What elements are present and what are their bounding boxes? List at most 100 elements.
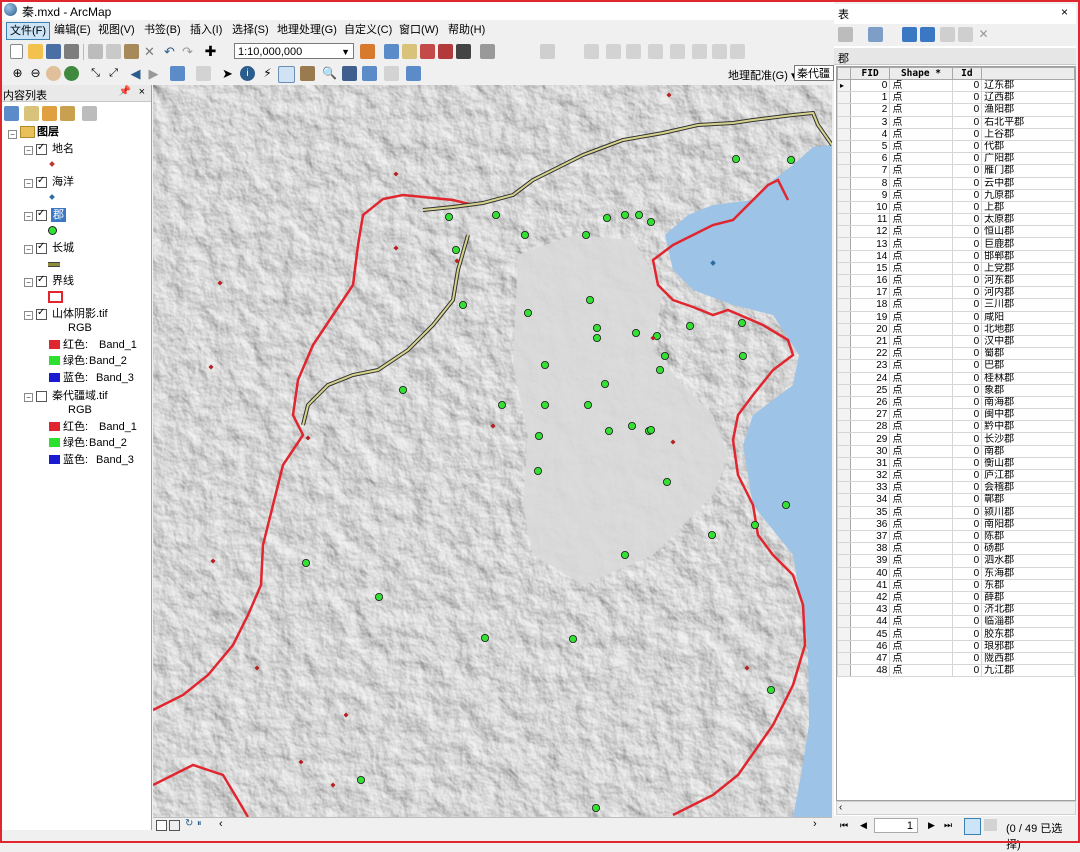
table-row[interactable]: 15 点 0 上党郡 bbox=[837, 261, 1075, 276]
menu-customize[interactable]: 自定义(C) bbox=[341, 22, 395, 38]
cell-fid[interactable]: 33 bbox=[849, 481, 891, 495]
cell-name[interactable]: 衡山郡 bbox=[981, 456, 1075, 471]
cell-id[interactable]: 0 bbox=[951, 554, 983, 568]
cell-shape[interactable]: 点 bbox=[889, 176, 953, 190]
last-record-icon[interactable]: ⏭ bbox=[944, 820, 952, 831]
table-row[interactable]: 46 点 0 琅邪郡 bbox=[837, 639, 1075, 653]
commandery-point[interactable] bbox=[592, 333, 601, 342]
cell-name[interactable]: 右北平郡 bbox=[981, 115, 1075, 129]
menu-help[interactable]: 帮助(H) bbox=[445, 22, 488, 38]
table-row[interactable]: 20 点 0 北地郡 bbox=[837, 322, 1075, 336]
commandery-point[interactable] bbox=[451, 245, 460, 254]
cell-name[interactable]: 黔中郡 bbox=[981, 420, 1075, 434]
horizontal-scrollbar[interactable]: ‹ bbox=[836, 801, 1076, 815]
cell-id[interactable]: 0 bbox=[951, 663, 983, 678]
row-selector[interactable] bbox=[837, 481, 851, 495]
cell-fid[interactable]: 44 bbox=[849, 615, 891, 629]
cell-shape[interactable]: 点 bbox=[889, 298, 953, 312]
cell-name[interactable]: 上郡 bbox=[981, 200, 1075, 215]
options-icon[interactable] bbox=[82, 106, 97, 121]
row-selector[interactable] bbox=[837, 554, 851, 568]
cell-shape[interactable]: 点 bbox=[889, 554, 953, 568]
cell-name[interactable]: 云中郡 bbox=[981, 176, 1075, 190]
identify-icon[interactable]: i bbox=[240, 66, 255, 81]
find-icon[interactable]: 🔍 bbox=[322, 66, 337, 81]
cell-shape[interactable]: 点 bbox=[889, 188, 953, 202]
cell-name[interactable]: 九江郡 bbox=[981, 663, 1075, 678]
commandery-point[interactable] bbox=[600, 379, 609, 388]
layers-root[interactable]: 图层 bbox=[37, 125, 59, 139]
table-row[interactable]: 36 点 0 南阳郡 bbox=[837, 517, 1075, 531]
cell-fid[interactable]: 37 bbox=[849, 529, 891, 544]
copy-icon[interactable] bbox=[106, 44, 121, 59]
column-header-id[interactable]: Id bbox=[951, 67, 983, 80]
cell-id[interactable]: 0 bbox=[951, 505, 983, 519]
cell-id[interactable]: 0 bbox=[951, 176, 983, 190]
commandery-point[interactable] bbox=[751, 520, 760, 529]
row-selector[interactable] bbox=[837, 578, 851, 592]
redo-icon[interactable]: ↷ bbox=[180, 44, 195, 59]
cell-fid[interactable]: 28 bbox=[849, 420, 891, 434]
cell-shape[interactable]: 点 bbox=[889, 78, 953, 93]
split-tool-icon[interactable] bbox=[626, 44, 641, 59]
cell-name[interactable]: 琅邪郡 bbox=[981, 639, 1075, 653]
scroll-left-icon[interactable]: ‹ bbox=[839, 802, 842, 813]
scroll-left-icon[interactable]: ‹ bbox=[219, 818, 223, 830]
commandery-point[interactable] bbox=[660, 351, 669, 360]
table-row[interactable]: 42 点 0 薛郡 bbox=[837, 590, 1075, 605]
next-record-icon[interactable]: ▶ bbox=[928, 820, 935, 831]
cell-shape[interactable]: 点 bbox=[889, 371, 953, 385]
cell-shape[interactable]: 点 bbox=[889, 127, 953, 141]
cell-name[interactable]: 南阳郡 bbox=[981, 517, 1075, 531]
commandery-point[interactable] bbox=[301, 558, 310, 567]
commandery-point[interactable] bbox=[520, 230, 529, 239]
row-selector[interactable] bbox=[837, 456, 851, 471]
cell-fid[interactable]: 13 bbox=[849, 237, 891, 251]
cell-shape[interactable]: 点 bbox=[889, 493, 953, 507]
cell-id[interactable]: 0 bbox=[951, 273, 983, 288]
fixed-zoom-in-icon[interactable]: ⤡ bbox=[88, 66, 103, 81]
cell-fid[interactable]: 42 bbox=[849, 590, 891, 605]
commandery-point[interactable] bbox=[646, 217, 655, 226]
cell-fid[interactable]: 34 bbox=[849, 493, 891, 507]
list-by-source-icon[interactable] bbox=[24, 106, 39, 121]
cell-shape[interactable]: 点 bbox=[889, 603, 953, 617]
commandery-point[interactable] bbox=[686, 321, 695, 330]
cell-shape[interactable]: 点 bbox=[889, 91, 953, 105]
arctoolbox-icon[interactable] bbox=[438, 44, 453, 59]
cell-name[interactable]: 辽西郡 bbox=[981, 91, 1075, 105]
commandery-point[interactable] bbox=[620, 211, 629, 220]
row-selector[interactable] bbox=[837, 176, 851, 190]
layer-visibility-checkbox[interactable] bbox=[36, 142, 47, 155]
commandery-point[interactable] bbox=[398, 385, 407, 394]
reshape-tool-icon[interactable] bbox=[606, 44, 621, 59]
list-by-selection-icon[interactable] bbox=[60, 106, 75, 121]
collapse-icon[interactable]: − bbox=[8, 130, 17, 139]
row-selector[interactable] bbox=[837, 566, 851, 580]
table-row[interactable]: 25 点 0 象郡 bbox=[837, 383, 1075, 397]
layer-visibility-checkbox[interactable] bbox=[36, 391, 47, 402]
commandery-point[interactable] bbox=[655, 365, 664, 374]
table-row[interactable]: 13 点 0 巨鹿郡 bbox=[837, 237, 1075, 251]
row-selector[interactable] bbox=[837, 663, 851, 678]
commandery-point[interactable] bbox=[604, 426, 613, 435]
cell-name[interactable]: 邯郸郡 bbox=[981, 249, 1075, 263]
cell-shape[interactable]: 点 bbox=[889, 334, 953, 349]
table-row[interactable]: 40 点 0 东海郡 bbox=[837, 566, 1075, 580]
row-selector[interactable] bbox=[837, 164, 851, 178]
cell-shape[interactable]: 点 bbox=[889, 347, 953, 361]
layer-name-great-wall[interactable]: 长城 bbox=[52, 241, 74, 255]
table-row[interactable]: 34 点 0 鄣郡 bbox=[837, 493, 1075, 507]
table-row[interactable]: 8 点 0 云中郡 bbox=[837, 176, 1075, 190]
cell-shape[interactable]: 点 bbox=[889, 432, 953, 446]
cell-fid[interactable]: 38 bbox=[849, 542, 891, 556]
menu-geoprocessing[interactable]: 地理处理(G) bbox=[274, 22, 340, 38]
cell-name[interactable]: 东郡 bbox=[981, 578, 1075, 592]
cell-id[interactable]: 0 bbox=[951, 432, 983, 446]
cell-name[interactable]: 桂林郡 bbox=[981, 371, 1075, 385]
show-all-records-icon[interactable] bbox=[964, 818, 981, 835]
row-selector[interactable] bbox=[837, 91, 851, 105]
row-selector[interactable] bbox=[837, 213, 851, 227]
toc-window-icon[interactable] bbox=[384, 44, 399, 59]
pan-icon[interactable] bbox=[46, 66, 61, 81]
